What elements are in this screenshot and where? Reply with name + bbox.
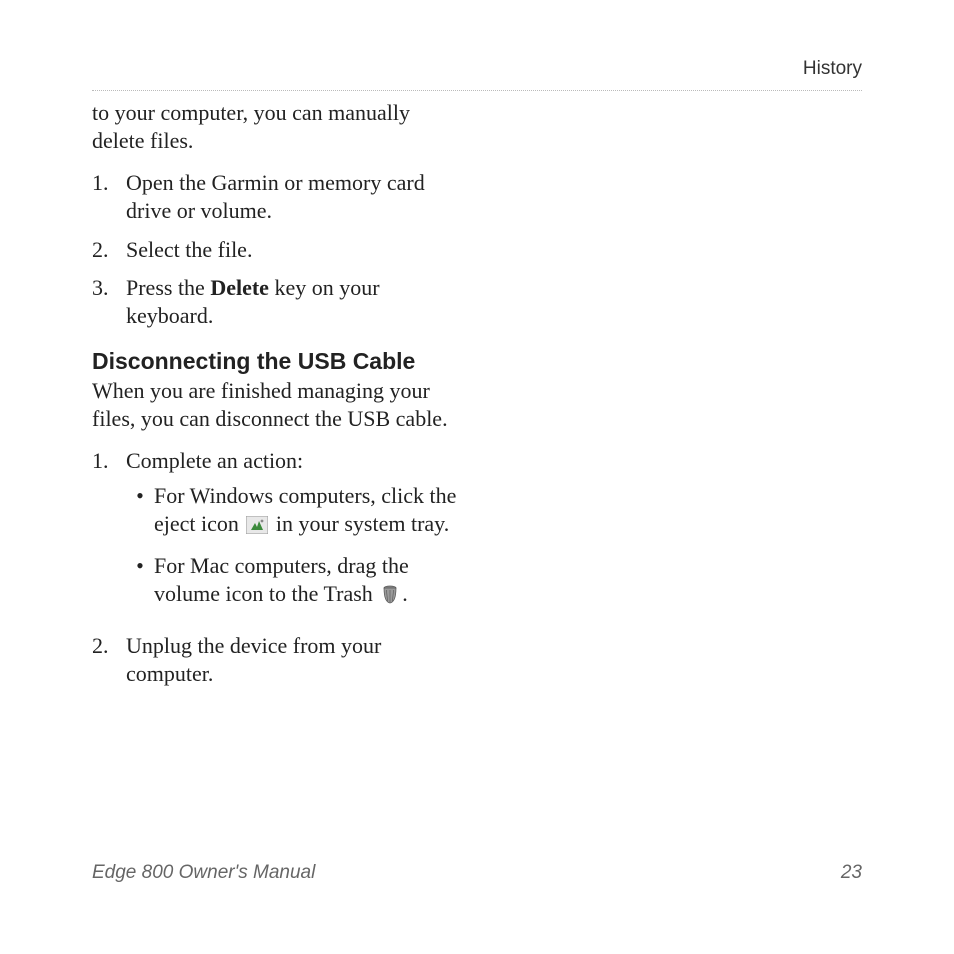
usb-step-1: 1. Complete an action: • For Windows com… xyxy=(92,447,462,622)
footer-title: Edge 800 Owner's Manual xyxy=(92,862,315,884)
bullet-marker: • xyxy=(126,482,154,542)
windows-post: in your system tray. xyxy=(270,511,449,536)
nested-bullets: • For Windows computers, click the eject… xyxy=(126,482,462,612)
section-header: History xyxy=(92,58,862,84)
step-text: Open the Garmin or memory card drive or … xyxy=(126,169,462,225)
page: History to your computer, you can manual… xyxy=(0,0,954,954)
step-text: Complete an action: • For Windows comput… xyxy=(126,447,462,622)
step-number: 1. xyxy=(92,447,126,622)
disconnect-usb-steps: 1. Complete an action: • For Windows com… xyxy=(92,447,462,688)
step-number: 3. xyxy=(92,274,126,330)
step-text: Unplug the device from your computer. xyxy=(126,632,462,688)
step-number: 2. xyxy=(92,236,126,264)
bullet-text: For Mac computers, drag the volume icon … xyxy=(154,552,462,612)
step-text: Press the Delete key on your keyboard. xyxy=(126,274,462,330)
step-2: 2. Select the file. xyxy=(92,236,462,264)
step-1: 1. Open the Garmin or memory card drive … xyxy=(92,169,462,225)
bullet-marker: • xyxy=(126,552,154,612)
content-column: to your computer, you can manually delet… xyxy=(92,99,462,688)
page-number: 23 xyxy=(841,862,862,884)
step-3: 3. Press the Delete key on your keyboard… xyxy=(92,274,462,330)
trash-icon xyxy=(380,583,400,612)
step-number: 2. xyxy=(92,632,126,688)
page-footer: Edge 800 Owner's Manual 23 xyxy=(92,862,862,884)
intro-line-2: delete files. xyxy=(92,128,193,153)
intro-paragraph: to your computer, you can manually delet… xyxy=(92,99,462,155)
eject-icon xyxy=(246,513,268,542)
step-text: Select the file. xyxy=(126,236,462,264)
step-number: 1. xyxy=(92,169,126,225)
intro-line-1: to your computer, you can manually xyxy=(92,100,410,125)
header-divider xyxy=(92,90,862,91)
usb-step-1-text: Complete an action: xyxy=(126,448,303,473)
delete-key-label: Delete xyxy=(210,275,269,300)
bullet-windows: • For Windows computers, click the eject… xyxy=(126,482,462,542)
step-3-pre: Press the xyxy=(126,275,210,300)
delete-files-steps: 1. Open the Garmin or memory card drive … xyxy=(92,169,462,330)
bullet-text: For Windows computers, click the eject i… xyxy=(154,482,462,542)
usb-step-2: 2. Unplug the device from your computer. xyxy=(92,632,462,688)
usb-subheading: Disconnecting the USB Cable xyxy=(92,348,462,375)
usb-intro-paragraph: When you are finished managing your file… xyxy=(92,377,462,433)
mac-post: . xyxy=(402,581,408,606)
bullet-mac: • For Mac computers, drag the volume ico… xyxy=(126,552,462,612)
mac-pre: For Mac computers, drag the volume icon … xyxy=(154,553,409,607)
